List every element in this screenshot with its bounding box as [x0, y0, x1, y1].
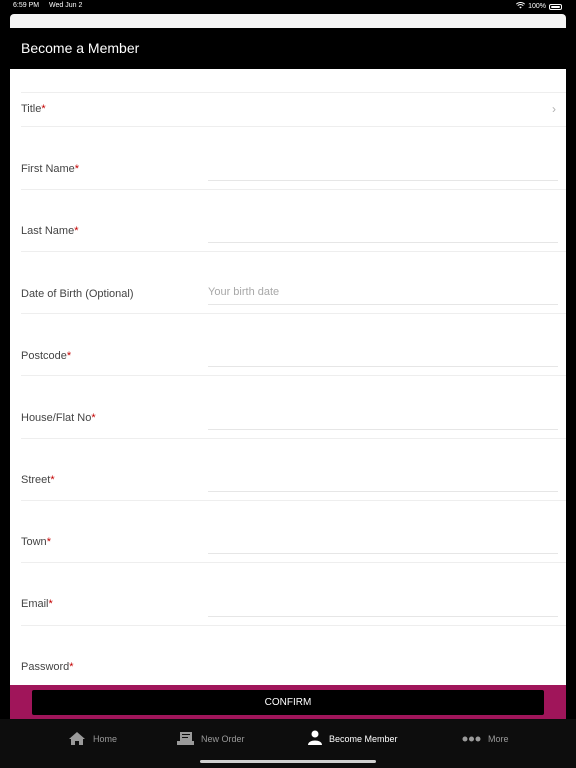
town-label: Town — [21, 536, 47, 548]
town-input[interactable] — [208, 553, 558, 554]
town-row: Town* — [10, 500, 566, 563]
status-bar: 6:59 PM Wed Jun 2 100% — [0, 0, 576, 14]
tab-home[interactable]: Home — [68, 731, 117, 747]
first-name-label: First Name — [21, 163, 75, 175]
last-name-row: Last Name* — [10, 189, 566, 252]
required-mark: * — [69, 661, 74, 673]
required-mark: * — [48, 598, 53, 610]
required-mark: * — [66, 350, 72, 362]
tab-become-member[interactable]: Become Member — [308, 730, 398, 748]
more-dots-icon — [462, 734, 481, 744]
chevron-right-icon: › — [552, 102, 556, 116]
postcode-input[interactable] — [208, 366, 558, 367]
dob-label: Date of Birth (Optional) — [21, 288, 134, 300]
password-label: Password — [21, 661, 70, 673]
required-mark: * — [74, 163, 80, 175]
background-sheet — [10, 14, 566, 28]
password-row: Password* — [10, 625, 566, 685]
new-order-icon — [177, 731, 194, 748]
tab-more-label: More — [488, 734, 509, 744]
street-input[interactable] — [208, 491, 558, 492]
wifi-icon — [516, 2, 526, 11]
first-name-input[interactable] — [208, 180, 558, 181]
postcode-label: Postcode — [21, 350, 67, 362]
postcode-row: Postcode* — [10, 313, 566, 376]
confirm-button[interactable]: CONFIRM — [32, 690, 544, 715]
tab-new-order[interactable]: New Order — [177, 731, 245, 747]
first-name-row: First Name* — [10, 127, 566, 190]
email-input[interactable] — [208, 616, 558, 617]
email-row: Email* — [10, 562, 566, 626]
tab-home-label: Home — [93, 734, 118, 744]
street-row: Street* — [10, 438, 566, 501]
title-select[interactable]: Title* › — [10, 93, 566, 127]
member-icon — [308, 730, 322, 748]
confirm-bar: CONFIRM — [10, 685, 566, 719]
page-title: Become a Member — [21, 40, 140, 56]
status-time: 6:59 PM — [13, 2, 40, 9]
house-label: House/Flat No — [21, 412, 92, 424]
tab-become-member-label: Become Member — [329, 734, 398, 744]
battery-icon — [549, 3, 562, 10]
status-date: Wed Jun 2 — [49, 2, 83, 9]
member-form: Title* › First Name* Last Name* Date of … — [10, 69, 566, 685]
required-mark: * — [41, 103, 46, 115]
home-indicator[interactable] — [200, 760, 376, 763]
last-name-label: Last Name — [21, 225, 75, 237]
house-input[interactable] — [208, 429, 558, 430]
required-mark: * — [91, 412, 96, 424]
dob-input[interactable]: Your birth date — [208, 286, 279, 298]
battery-percent: 100% — [528, 3, 546, 10]
nav-header: Become a Member — [10, 28, 566, 69]
required-mark: * — [46, 536, 51, 548]
required-mark: * — [50, 474, 55, 486]
house-row: House/Flat No* — [10, 375, 566, 439]
email-label: Email — [21, 598, 49, 610]
street-label: Street — [21, 474, 51, 486]
title-label: Title — [21, 103, 42, 115]
home-icon — [68, 731, 86, 748]
required-mark: * — [74, 225, 79, 237]
last-name-input[interactable] — [208, 242, 558, 243]
tab-more[interactable]: More — [462, 731, 509, 747]
dob-row: Date of Birth (Optional) Your birth date — [10, 251, 566, 314]
dob-input-line — [208, 304, 558, 305]
tab-new-order-label: New Order — [201, 734, 245, 744]
